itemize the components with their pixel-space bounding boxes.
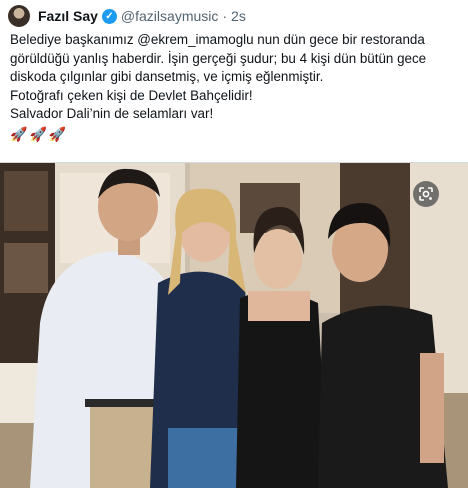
google-lens-icon[interactable] [413, 181, 439, 207]
lens-glyph [419, 187, 433, 201]
tweet-header: Fazıl Say ✓ @fazilsaymusic · 2s [8, 4, 246, 28]
tweet-line-text: Belediye başkanımız [10, 32, 138, 47]
tweet-line: Fotoğrafı çeken kişi de Devlet Bahçelidi… [10, 87, 253, 103]
tweet-line: diskoda çılgınlar gibi dansetmiş, ve içm… [10, 69, 324, 85]
rocket-icon: 🚀 [29, 125, 47, 142]
author-name[interactable]: Fazıl Say [38, 8, 98, 24]
tweet-line: Salvador Dali’nin de selamları var! [10, 106, 214, 122]
tweet-time[interactable]: 2s [231, 8, 246, 24]
tweet-line: Belediye başkanımız @ekrem_imamoglu nun … [10, 31, 460, 50]
mention-link[interactable]: @ekrem_imamoglu [137, 32, 253, 47]
tweet-photo[interactable] [0, 162, 468, 488]
emoji-row: 🚀 🚀 🚀 [10, 125, 460, 143]
tweet-line: görüldüğü yanlış haberdir. İşin gerçeği … [10, 50, 427, 66]
author-handle[interactable]: @fazilsaymusic [121, 8, 218, 24]
tweet-text: Belediye başkanımız @ekrem_imamoglu nun … [10, 31, 460, 143]
rocket-icon: 🚀 [10, 125, 28, 142]
tweet-line-text: nun dün gece bir restoranda [253, 32, 425, 47]
separator: · [222, 8, 228, 24]
verified-badge-icon: ✓ [101, 8, 117, 24]
avatar[interactable] [8, 5, 30, 27]
rocket-icon: 🚀 [48, 125, 67, 142]
photo-illustration [0, 163, 468, 488]
